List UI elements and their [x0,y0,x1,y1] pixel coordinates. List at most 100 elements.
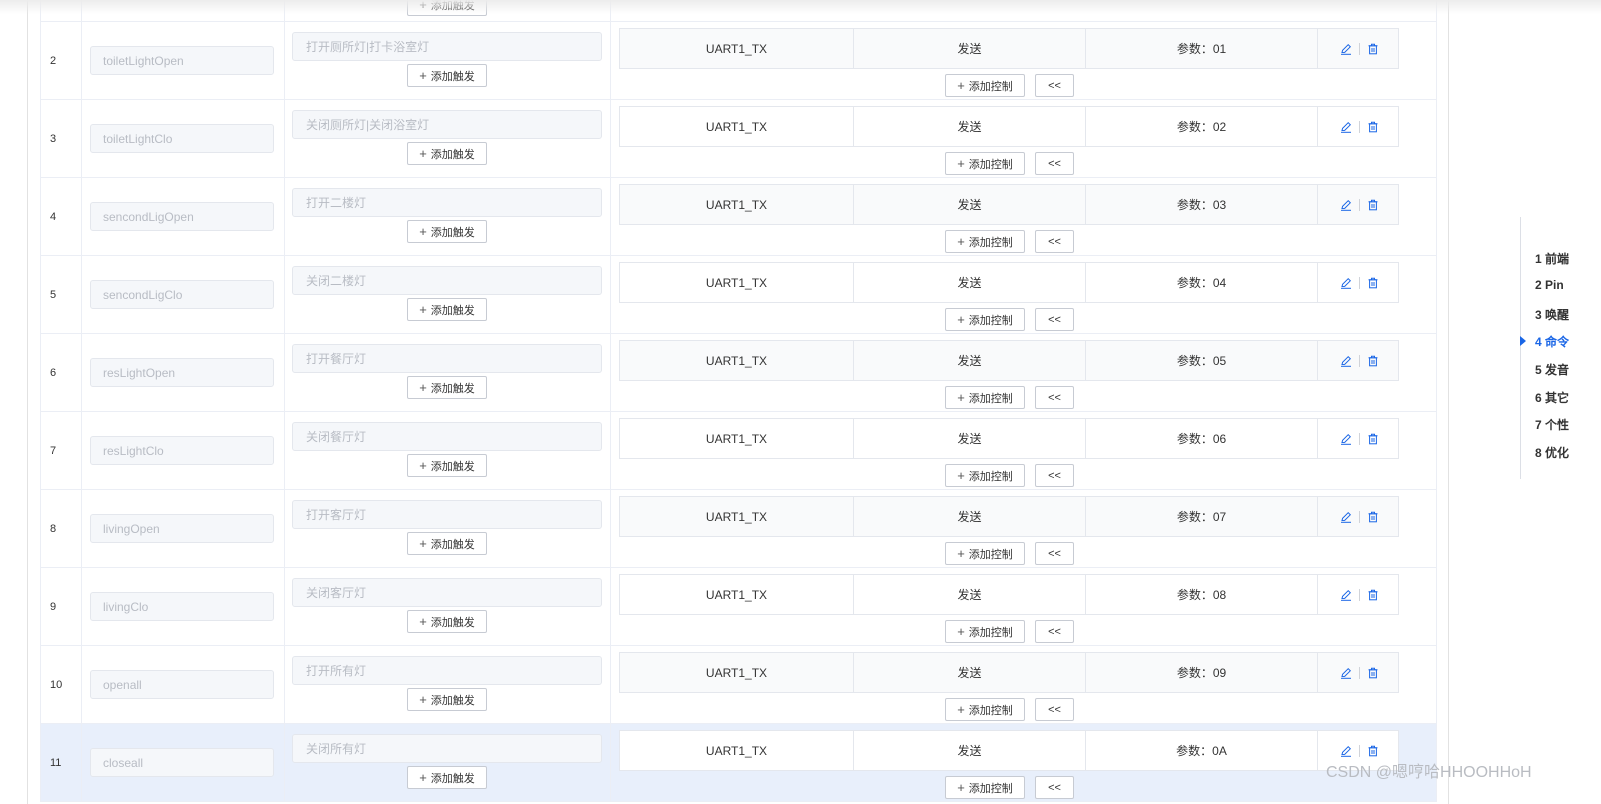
command-name-field[interactable]: resLightOpen [90,358,274,387]
add-trigger-button[interactable]: + 添加触发 [407,0,487,16]
add-control-button[interactable]: + 添加控制 [945,464,1025,487]
command-name-field[interactable]: closeall [90,748,274,777]
command-name-field[interactable]: resLightClo [90,436,274,465]
trigger-phrase-field[interactable]: 关闭二楼灯 [292,266,602,295]
control-entry: UART1_TX 发送 参数：02 [619,106,1399,147]
add-control-button[interactable]: + 添加控制 [945,308,1025,331]
command-name-field[interactable]: openall [90,670,274,699]
collapse-button[interactable]: << [1035,230,1074,253]
collapse-button[interactable]: << [1035,308,1074,331]
add-control-button[interactable]: + 添加控制 [945,620,1025,643]
add-trigger-button[interactable]: + 添加触发 [407,298,487,321]
control-port: UART1_TX [620,29,854,68]
delete-icon[interactable] [1367,199,1379,211]
delete-icon[interactable] [1367,277,1379,289]
collapse-button[interactable]: << [1035,386,1074,409]
delete-icon[interactable] [1367,355,1379,367]
collapse-button[interactable]: << [1035,74,1074,97]
add-control-button[interactable]: + 添加控制 [945,542,1025,565]
add-trigger-button[interactable]: + 添加触发 [407,532,487,555]
control-action: 发送 [854,653,1086,692]
control-port: UART1_TX [620,731,854,770]
outline-item[interactable]: 6 其它 [1535,389,1569,406]
trigger-phrase-field[interactable]: 打开厕所灯|打卡浴室灯 [292,32,602,61]
edit-icon[interactable] [1340,43,1352,55]
add-trigger-button[interactable]: + 添加触发 [407,220,487,243]
edit-icon[interactable] [1340,199,1352,211]
control-param: 参数：01 [1086,29,1318,68]
trigger-phrase-field[interactable]: 关闭餐厅灯 [292,422,602,451]
trigger-phrase-field[interactable]: 关闭厕所灯|关闭浴室灯 [292,110,602,139]
trigger-phrase-field[interactable]: 打开餐厅灯 [292,344,602,373]
add-trigger-button[interactable]: + 添加触发 [407,142,487,165]
delete-icon[interactable] [1367,511,1379,523]
collapse-button[interactable]: << [1035,542,1074,565]
control-param: 参数：06 [1086,419,1318,458]
divider [1358,276,1360,289]
delete-icon[interactable] [1367,589,1379,601]
trigger-phrase-field[interactable]: 打开二楼灯 [292,188,602,217]
command-name-field[interactable]: sencondLigOpen [90,202,274,231]
collapse-button[interactable]: << [1035,464,1074,487]
edit-icon[interactable] [1340,589,1352,601]
delete-icon[interactable] [1367,433,1379,445]
control-port: UART1_TX [620,107,854,146]
edit-icon[interactable] [1340,355,1352,367]
edit-icon[interactable] [1340,745,1352,757]
edit-icon[interactable] [1340,121,1352,133]
add-control-button[interactable]: + 添加控制 [945,74,1025,97]
control-port: UART1_TX [620,185,854,224]
command-name-field[interactable]: livingClo [90,592,274,621]
row-index: 10 [41,646,82,723]
outline-item[interactable]: 3 唤醒 [1535,306,1569,323]
add-trigger-button[interactable]: + 添加触发 [407,454,487,477]
control-entry: UART1_TX 发送 参数：01 [619,28,1399,69]
delete-icon[interactable] [1367,745,1379,757]
add-control-button[interactable]: + 添加控制 [945,230,1025,253]
collapse-button[interactable]: << [1035,152,1074,175]
add-trigger-button[interactable]: + 添加触发 [407,610,487,633]
add-trigger-button[interactable]: + 添加触发 [407,64,487,87]
delete-icon[interactable] [1367,667,1379,679]
command-name-field[interactable]: livingOpen [90,514,274,543]
table-row: 9 livingClo 关闭客厅灯 + 添加触发 UART1_TX 发送 参数：08 + 添加控制… [40,568,1437,646]
collapse-button[interactable]: << [1035,776,1074,799]
add-control-button[interactable]: + 添加控制 [945,698,1025,721]
edit-icon[interactable] [1340,277,1352,289]
add-control-button[interactable]: + 添加控制 [945,386,1025,409]
add-trigger-button[interactable]: + 添加触发 [407,376,487,399]
delete-icon[interactable] [1367,43,1379,55]
command-name-field[interactable]: toiletLightOpen [90,46,274,75]
outline-nav: 1 前端 2 Pin 3 唤醒 4 命令 5 发音 6 其它 7 个性 8 优化 [1520,217,1601,479]
outline-item[interactable]: 1 前端 [1535,250,1569,267]
add-trigger-button[interactable]: + 添加触发 [407,766,487,789]
add-control-button[interactable]: + 添加控制 [945,776,1025,799]
outline-item[interactable]: 2 Pin [1535,278,1564,292]
outline-item[interactable]: 7 个性 [1535,416,1569,433]
command-name-field[interactable]: toiletLightClo [90,124,274,153]
collapse-button[interactable]: << [1035,620,1074,643]
plus-icon: + [957,702,965,717]
trigger-phrase-field[interactable]: 打开所有灯 [292,656,602,685]
trigger-phrase-field[interactable]: 关闭客厅灯 [292,578,602,607]
delete-icon[interactable] [1367,121,1379,133]
control-param: 参数：02 [1086,107,1318,146]
outline-item[interactable]: 5 发音 [1535,361,1569,378]
control-entry: UART1_TX 发送 参数：09 [619,652,1399,693]
control-param: 参数：04 [1086,263,1318,302]
control-entry: UART1_TX 发送 参数：0A [619,730,1399,771]
outline-item[interactable]: 8 优化 [1535,444,1569,461]
collapse-button[interactable]: << [1035,698,1074,721]
row-index: 7 [41,412,82,489]
trigger-phrase-field[interactable]: 关闭所有灯 [292,734,602,763]
control-action: 发送 [854,419,1086,458]
edit-icon[interactable] [1340,433,1352,445]
trigger-phrase-field[interactable]: 打开客厅灯 [292,500,602,529]
control-entry: UART1_TX 发送 参数：05 [619,340,1399,381]
outline-item[interactable]: 4 命令 [1535,333,1569,350]
edit-icon[interactable] [1340,511,1352,523]
add-trigger-button[interactable]: + 添加触发 [407,688,487,711]
add-control-button[interactable]: + 添加控制 [945,152,1025,175]
edit-icon[interactable] [1340,667,1352,679]
command-name-field[interactable]: sencondLigClo [90,280,274,309]
